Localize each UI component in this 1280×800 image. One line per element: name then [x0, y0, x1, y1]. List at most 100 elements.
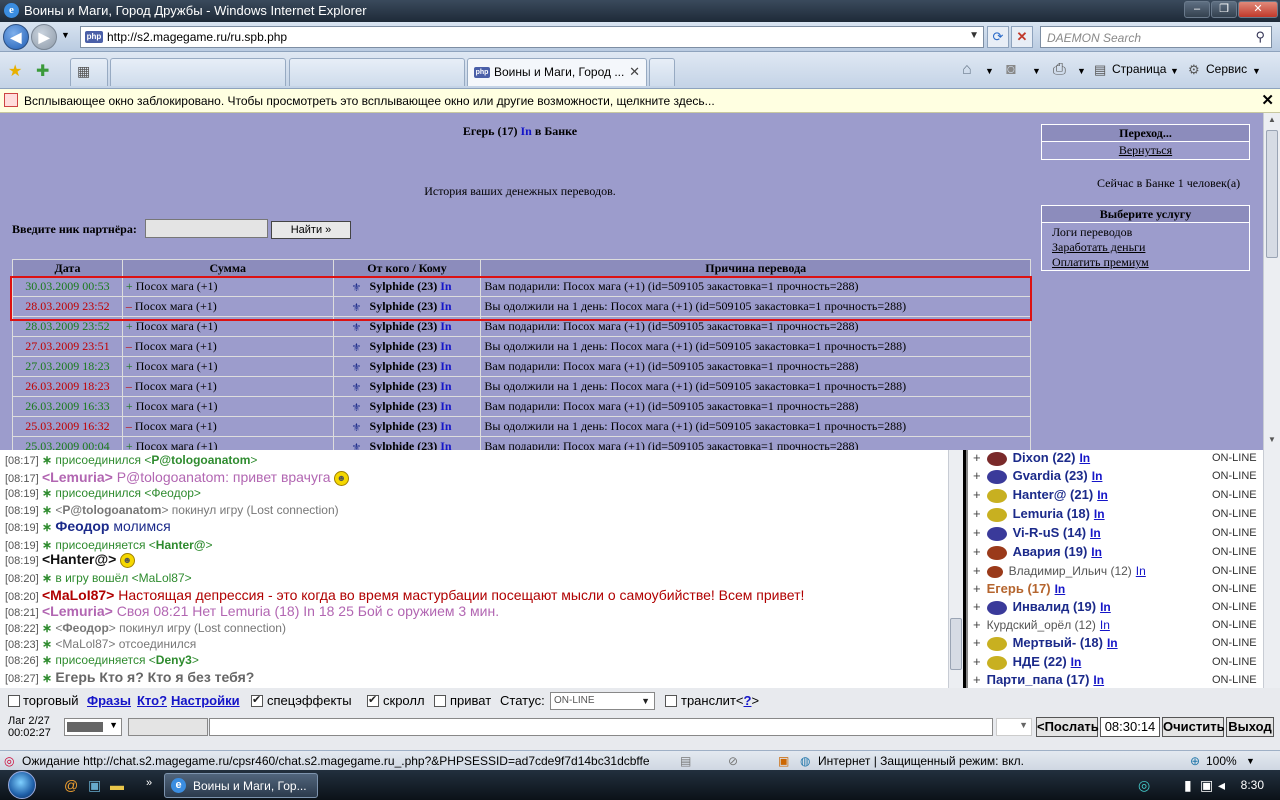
page-scroll-thumb[interactable] [1266, 130, 1278, 258]
minimize-button[interactable]: – [1184, 1, 1210, 18]
favorites-star-icon[interactable]: ★ [8, 61, 22, 81]
user-name[interactable]: Егерь (17) [987, 581, 1051, 596]
who-name[interactable]: Sylphide (23) [370, 359, 438, 373]
quicklaunch-desktop-icon[interactable]: ▣ [88, 777, 101, 794]
add-favorites-icon[interactable]: ✚ [36, 61, 49, 81]
who-name[interactable]: Sylphide (23) [370, 339, 438, 353]
tools-menu[interactable]: Сервис [1206, 62, 1247, 76]
user-info-link[interactable]: In [1071, 655, 1082, 669]
expand-user-icon[interactable]: + [973, 468, 981, 483]
tab-empty-2[interactable] [289, 58, 465, 86]
page-menu[interactable]: Страница [1112, 62, 1166, 76]
chat-text[interactable]: <Hanter@> [42, 551, 116, 567]
exit-button[interactable]: Выход [1226, 717, 1274, 737]
effects-checkbox[interactable] [251, 693, 263, 707]
popup-blocked-infobar[interactable]: Всплывающее окно заблокировано. Чтобы пр… [0, 89, 1280, 113]
user-info-link[interactable]: In [1094, 507, 1105, 521]
user-name[interactable]: Vi-R-uS (14) [1013, 525, 1086, 540]
partner-input[interactable] [145, 219, 268, 238]
expand-user-icon[interactable]: + [973, 563, 981, 578]
chat-text[interactable]: P@tologoanatom [151, 453, 250, 467]
expand-user-icon[interactable]: + [973, 617, 981, 632]
user-name[interactable]: Hanter@ (21) [1013, 487, 1094, 502]
status-select[interactable]: ON-LINE ▼ [550, 692, 655, 710]
home-dropdown-icon[interactable]: ▼ [985, 66, 994, 76]
user-name[interactable]: Владимир_Ильич (12) [1009, 564, 1132, 578]
page-dropdown-icon[interactable]: ▼ [1170, 66, 1179, 76]
expand-user-icon[interactable]: + [973, 635, 981, 650]
user-name[interactable]: НДЕ (22) [1013, 654, 1067, 669]
user-info-link[interactable]: In [1055, 582, 1066, 596]
user-name[interactable]: Парти_папа (17) [987, 672, 1090, 687]
expand-user-icon[interactable]: + [973, 506, 981, 521]
who-info-link[interactable]: In [440, 419, 451, 433]
expand-user-icon[interactable]: + [973, 581, 981, 596]
find-button[interactable]: Найти » [271, 221, 351, 239]
user-name[interactable]: Gvardia (23) [1013, 468, 1088, 483]
start-orb-icon[interactable] [8, 771, 36, 799]
expand-user-icon[interactable]: + [973, 450, 981, 465]
feeds-dropdown-icon[interactable]: ▼ [1032, 66, 1041, 76]
chat-text[interactable]: <Lemuria> [42, 603, 113, 619]
user-name[interactable]: Инвалид (19) [1013, 599, 1096, 614]
user-info-link[interactable]: In [1100, 600, 1111, 614]
tab-empty-1[interactable] [110, 58, 286, 86]
chat-text[interactable]: P@tologoanatom [62, 503, 161, 517]
expand-user-icon[interactable]: + [973, 525, 981, 540]
user-info-link[interactable]: In [1092, 469, 1103, 483]
expand-user-icon[interactable]: + [973, 654, 981, 669]
tools-dropdown-icon[interactable]: ▼ [1252, 66, 1261, 76]
user-info-link[interactable]: In [1079, 451, 1090, 465]
scroll-up-icon[interactable]: ▲ [1266, 115, 1278, 124]
back-button[interactable]: ◀ [3, 24, 29, 50]
smiles-select[interactable]: ▼ [996, 718, 1032, 736]
home-icon[interactable]: ⌂ [962, 61, 972, 79]
quicklaunch-mail-icon[interactable]: @ [64, 777, 78, 793]
user-info-link[interactable]: In [1107, 636, 1118, 650]
zoom-dropdown-icon[interactable]: ▼ [1246, 756, 1255, 766]
scroll-checkbox[interactable] [367, 693, 379, 707]
history-dropdown-icon[interactable]: ▼ [61, 30, 70, 40]
tray-network-icon[interactable]: ▣ [1200, 777, 1213, 794]
tray-battery-icon[interactable]: ▮ [1184, 777, 1192, 794]
who-info-link[interactable]: In [440, 439, 451, 450]
chat-text[interactable]: Deny3 [156, 653, 192, 667]
user-info-link[interactable]: In [1136, 564, 1146, 578]
tray-sync-icon[interactable]: ◎ [1138, 777, 1150, 794]
user-name[interactable]: Курдский_орёл (12) [987, 618, 1096, 632]
who-name[interactable]: Sylphide (23) [370, 399, 438, 413]
search-field[interactable]: DAEMON Search ⚲ [1040, 26, 1272, 48]
zoom-level[interactable]: 100% [1206, 754, 1237, 768]
user-name[interactable]: Lemuria (18) [1013, 506, 1090, 521]
close-infobar-icon[interactable]: ✕ [1261, 91, 1274, 109]
user-name[interactable]: Авария (19) [1013, 544, 1088, 559]
expand-user-icon[interactable]: + [973, 487, 981, 502]
expand-user-icon[interactable]: + [973, 544, 981, 559]
print-dropdown-icon[interactable]: ▼ [1077, 66, 1086, 76]
taskbar-ie-item[interactable]: e Воины и Маги, Гор... [164, 773, 318, 798]
quick-tabs-button[interactable]: ▦ [70, 58, 108, 86]
who-name[interactable]: Sylphide (23) [370, 319, 438, 333]
user-name[interactable]: Dixon (22) [1013, 450, 1076, 465]
who-name[interactable]: Sylphide (23) [370, 379, 438, 393]
who-info-link[interactable]: In [440, 359, 451, 373]
who-info-link[interactable]: In [440, 339, 451, 353]
who-name[interactable]: Sylphide (23) [370, 439, 438, 450]
color-select[interactable]: ▼ [64, 718, 122, 736]
user-name[interactable]: Мертвый- (18) [1013, 635, 1103, 650]
who-info-link[interactable]: In [440, 379, 451, 393]
service-pay-premium-link[interactable]: Оплатить премиум [1042, 255, 1249, 270]
tab-active[interactable]: php Воины и Маги, Город ... ✕ [467, 58, 647, 86]
scroll-down-icon[interactable]: ▼ [1266, 435, 1278, 444]
expand-user-icon[interactable]: + [973, 672, 981, 687]
user-info-link[interactable]: In [1090, 526, 1101, 540]
expand-user-icon[interactable]: + [973, 599, 981, 614]
who-info-link[interactable]: In [440, 399, 451, 413]
chat-text[interactable]: <MaLoI87> [42, 587, 114, 603]
who-info-link[interactable]: In [440, 319, 451, 333]
chat-scrollbar[interactable] [948, 450, 963, 688]
refresh-icon[interactable]: ⟳ [987, 26, 1009, 48]
send-button[interactable]: <Послать [1036, 717, 1099, 737]
message-input[interactable] [209, 718, 993, 736]
service-transfer-logs[interactable]: Логи переводов [1042, 223, 1249, 240]
